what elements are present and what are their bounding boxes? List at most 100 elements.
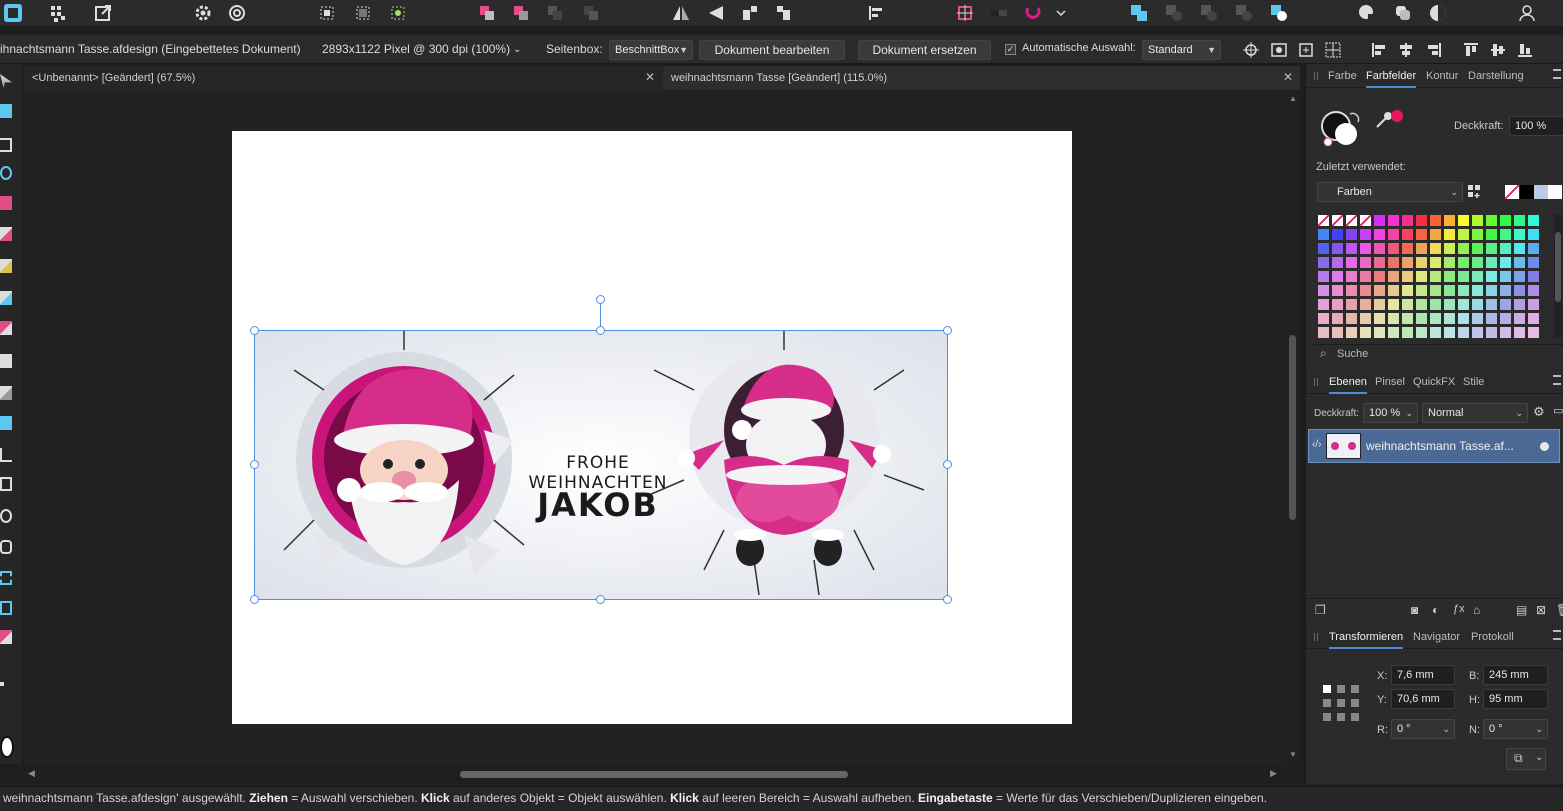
color-swatch[interactable] [1443,284,1456,297]
color-swatch[interactable] [1471,242,1484,255]
document-page[interactable]: FROHE WEIHNACHTEN JAKOB [232,131,1072,724]
color-swatch[interactable] [1317,312,1330,325]
color-swatch[interactable] [1499,256,1512,269]
chevron-down-icon[interactable]: ⌄ [513,44,521,55]
resize-handle-right[interactable] [943,460,952,469]
color-swatch[interactable] [1345,284,1358,297]
color-swatch[interactable] [1331,270,1344,283]
add-layer-icon[interactable]: ▤ [1516,603,1527,617]
align-left-icon[interactable] [864,2,886,24]
blend-mode-select[interactable]: Normal ⌄ [1422,403,1528,423]
color-swatch[interactable] [1331,228,1344,241]
color-swatch[interactable] [1387,242,1400,255]
picked-color-swatch[interactable] [1391,110,1403,122]
color-swatch[interactable] [1443,326,1456,339]
color-swatch[interactable] [1401,312,1414,325]
color-swatch[interactable] [1415,242,1428,255]
color-swatch[interactable] [1471,312,1484,325]
color-swatch[interactable] [1387,312,1400,325]
color-swatch[interactable] [1457,284,1470,297]
color-swatch[interactable] [1345,214,1358,227]
color-swatch[interactable] [1485,270,1498,283]
image-tool-icon[interactable] [0,416,12,430]
color-swatch[interactable] [1345,256,1358,269]
snapping-options-chevron-icon[interactable] [1050,2,1066,24]
color-swatch[interactable] [1429,242,1442,255]
color-swatch[interactable] [1317,270,1330,283]
flip-vertical-icon[interactable] [705,2,727,24]
align-top-icon[interactable] [1462,41,1480,59]
selection-bounding-box[interactable] [254,330,948,600]
color-swatch[interactable] [1317,284,1330,297]
color-swatch[interactable] [1415,326,1428,339]
color-swatch[interactable] [1373,242,1386,255]
tab-farbfelder[interactable]: Farbfelder [1366,64,1417,88]
node-tool-icon[interactable] [0,104,12,118]
panel-grip-icon[interactable] [1314,378,1318,386]
color-swatch[interactable] [1317,256,1330,269]
bring-to-front-icon[interactable] [476,2,498,24]
color-swatch[interactable] [1457,326,1470,339]
table-tool-icon[interactable] [0,448,12,462]
horizontal-scroll-thumb[interactable] [460,771,848,778]
account-user-icon[interactable] [1516,2,1538,24]
color-swatch[interactable] [1429,214,1442,227]
color-swatch[interactable] [1387,326,1400,339]
color-swatch[interactable] [1317,326,1330,339]
color-swatch[interactable] [1429,326,1442,339]
color-swatch[interactable] [1373,270,1386,283]
lock-icon[interactable]: ▭ [1553,404,1563,417]
color-swatch[interactable] [1345,312,1358,325]
vector-brush-tool-icon[interactable] [0,227,12,241]
color-swatch[interactable] [1373,312,1386,325]
color-swatch[interactable] [1485,242,1498,255]
place-image-tool-icon[interactable] [0,321,12,335]
boolean-intersect-icon[interactable] [1198,2,1220,24]
fx-layer-icon[interactable]: ƒx [1453,603,1465,615]
tab-weihnachtsmann-tasse[interactable]: weihnachtsmann Tasse [Geändert] (115.0%) [663,66,1300,90]
color-swatch[interactable] [1443,228,1456,241]
resize-handle-bottom[interactable] [596,595,605,604]
color-swatch[interactable] [1359,312,1372,325]
transform-grid-icon[interactable] [1324,41,1342,59]
color-swatch[interactable] [1317,228,1330,241]
recent-none-swatch[interactable] [1505,185,1519,199]
recent-white-swatch[interactable] [1548,185,1562,199]
color-swatch[interactable] [1457,214,1470,227]
color-swatch[interactable] [1331,256,1344,269]
color-swatch[interactable] [1527,256,1540,269]
rotate-left-icon[interactable] [739,2,761,24]
snapping-toggle-icon[interactable] [988,2,1010,24]
align-bottom-icon[interactable] [1516,41,1534,59]
color-swatch[interactable] [1415,256,1428,269]
color-swatch[interactable] [1513,284,1526,297]
layers-options-icon[interactable]: ❐ [1315,603,1326,617]
tab-quickfx[interactable]: QuickFX [1413,370,1455,394]
align-right-icon[interactable] [1425,41,1443,59]
color-swatch[interactable] [1415,270,1428,283]
color-swatch[interactable] [1471,326,1484,339]
adjustment-layer-icon[interactable]: ◐ [1432,603,1439,617]
rotation-field[interactable]: 0 ° ⌄ [1391,719,1455,739]
studio-layers-icon[interactable] [1392,2,1414,24]
palette-select[interactable]: Farben ⌄ [1317,182,1463,202]
deselect-icon[interactable] [352,2,374,24]
shape-tool-icon[interactable] [0,571,12,585]
resize-handle-bottom-left[interactable] [250,595,259,604]
color-swatch[interactable] [1527,298,1540,311]
color-swatch[interactable] [1471,256,1484,269]
tab-unbenannt[interactable]: <Unbenannt> [Geändert] (67.5%) [24,66,662,90]
tab-stile[interactable]: Stile [1463,370,1484,394]
transform-origin-icon[interactable] [1242,41,1260,59]
color-swatch[interactable] [1485,326,1498,339]
tab-protokoll[interactable]: Protokoll [1471,625,1514,649]
export-icon[interactable] [92,2,114,24]
zoom-tool-icon[interactable] [0,682,4,686]
color-swatch[interactable] [1499,270,1512,283]
artistic-text-tool-icon[interactable] [0,601,12,615]
color-swatch[interactable] [1485,256,1498,269]
panel-grip-icon[interactable] [1314,633,1318,641]
color-swatch[interactable] [1317,242,1330,255]
color-swatch[interactable] [1499,284,1512,297]
rotation-handle[interactable] [596,295,605,304]
